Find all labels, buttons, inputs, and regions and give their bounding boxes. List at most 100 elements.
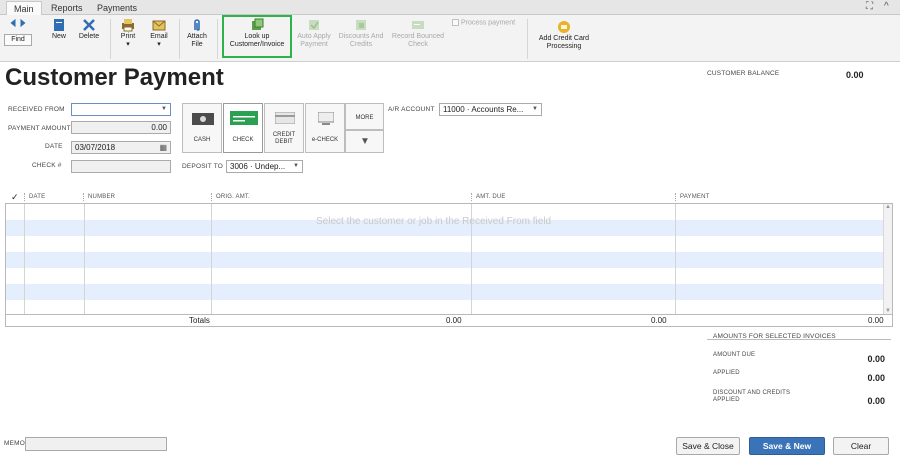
page-title: Customer Payment <box>5 64 224 91</box>
record-bounced-check-button[interactable]: Record Bounced Check <box>390 18 446 49</box>
column-header-amt-due[interactable]: AMT. DUE <box>476 194 506 200</box>
more-payment-methods-button[interactable]: MORE <box>345 103 384 130</box>
ar-account-label: A/R ACCOUNT <box>388 106 435 113</box>
attach-file-button[interactable]: Attach File <box>183 18 211 49</box>
more-dropdown-arrow[interactable]: ▼ <box>345 130 384 153</box>
clear-button[interactable]: Clear <box>833 437 889 455</box>
print-button[interactable]: Print ▾ <box>115 18 141 49</box>
amounts-divider <box>707 339 891 340</box>
payment-amount-input[interactable]: 0.00 <box>71 121 171 134</box>
customer-balance-value: 0.00 <box>846 70 864 80</box>
collapse-icon[interactable]: ^ <box>884 1 889 12</box>
process-payment-checkbox[interactable]: Process payment <box>452 19 522 27</box>
column-divider <box>471 193 472 201</box>
toolbar-divider <box>527 19 528 59</box>
discount-icon <box>356 20 366 30</box>
column-header-date[interactable]: DATE <box>29 194 45 200</box>
column-header-checkmark[interactable]: ✓ <box>11 192 19 203</box>
new-label: New <box>51 33 66 40</box>
bounced-check-icon <box>412 21 424 29</box>
printer-icon <box>122 19 134 32</box>
toolbar-divider <box>110 19 111 59</box>
delete-button[interactable]: Delete <box>76 18 102 41</box>
auto-apply-payment-button[interactable]: Auto Apply Payment <box>296 18 332 49</box>
find-button[interactable]: Find <box>4 34 32 46</box>
tab-payments[interactable]: Payments <box>90 1 144 15</box>
deposit-to-value: 3006 · Undep... <box>230 162 286 171</box>
column-header-orig-amt[interactable]: ORIG. AMT. <box>216 194 250 200</box>
check-number-input[interactable] <box>71 160 171 173</box>
echeck-label: e-CHECK <box>311 137 339 143</box>
tab-main[interactable]: Main <box>6 1 42 15</box>
tab-strip: Main Reports Payments ⛶ ^ <box>0 0 900 15</box>
column-divider <box>24 193 25 201</box>
amount-due-value: 0.00 <box>867 354 885 364</box>
toolbar-divider <box>217 19 218 59</box>
invoice-grid[interactable]: Select the customer or job in the Receiv… <box>5 203 893 315</box>
scroll-up-icon[interactable]: ▲ <box>885 204 891 210</box>
payment-method-check[interactable]: CHECK <box>223 103 263 153</box>
customer-balance-label: CUSTOMER BALANCE <box>707 70 780 77</box>
scroll-down-icon[interactable]: ▼ <box>885 308 891 314</box>
total-amt-due: 0.00 <box>651 316 667 325</box>
calendar-icon[interactable]: ▦ <box>159 142 167 153</box>
column-line <box>24 204 25 314</box>
checkbox-icon <box>452 19 459 26</box>
credit-card-icon <box>558 21 570 33</box>
payment-method-credit-debit[interactable]: CREDIT DEBIT <box>264 103 304 153</box>
discount-credits-label: DISCOUNT AND CREDITS APPLIED <box>713 390 791 403</box>
deposit-to-label: DEPOSIT TO <box>182 163 224 170</box>
prev-next-arrows[interactable] <box>6 18 30 29</box>
payment-method-echeck[interactable]: e-CHECK <box>305 103 345 153</box>
expand-icon[interactable]: ⛶ <box>866 1 873 12</box>
memo-input[interactable] <box>25 437 167 451</box>
envelope-icon <box>152 20 166 31</box>
add-cc-label: Add Credit Card Processing <box>538 35 590 50</box>
toolbar: Find New Delete Print ▾ Email ▾ Attach Fil… <box>0 15 900 62</box>
credit-debit-label: CREDIT DEBIT <box>272 132 296 145</box>
received-from-dropdown[interactable]: ▼ <box>71 103 171 116</box>
customer-payment-window: Main Reports Payments ⛶ ^ Find New Delet… <box>0 0 900 455</box>
cash-icon <box>192 113 214 125</box>
discounts-credits-button[interactable]: Discounts And Credits <box>336 18 386 49</box>
email-button[interactable]: Email ▾ <box>145 18 173 49</box>
chevron-down-icon: ▾ <box>157 41 161 48</box>
cash-label: CASH <box>193 137 211 143</box>
chevron-down-icon: ▼ <box>532 106 538 112</box>
print-label: Print <box>120 33 136 40</box>
toolbar-divider <box>179 19 180 59</box>
auto-apply-label: Auto Apply Payment <box>297 33 331 48</box>
payment-amount-label: PAYMENT AMOUNT <box>8 125 71 132</box>
check-icon <box>230 111 258 125</box>
add-credit-card-processing-button[interactable]: Add Credit Card Processing <box>533 20 595 51</box>
totals-label: Totals <box>189 316 210 325</box>
amount-due-label: AMOUNT DUE <box>713 352 756 358</box>
column-divider <box>211 193 212 201</box>
date-input[interactable]: 03/07/2018 ▦ <box>71 141 171 154</box>
chevron-down-icon: ▼ <box>293 163 299 169</box>
table-row <box>6 284 884 300</box>
vertical-scrollbar[interactable]: ▲ ▼ <box>883 204 892 314</box>
payment-method-cash[interactable]: CASH <box>182 103 222 153</box>
date-value: 03/07/2018 <box>75 143 116 152</box>
applied-value: 0.00 <box>867 373 885 383</box>
amounts-summary: AMOUNTS FOR SELECTED INVOICES AMOUNT DUE… <box>707 330 891 420</box>
auto-apply-icon <box>309 20 319 30</box>
new-button[interactable]: New <box>46 18 72 41</box>
column-header-number[interactable]: NUMBER <box>88 194 115 200</box>
column-divider <box>675 193 676 201</box>
ar-account-dropdown[interactable]: 11000 · Accounts Re... ▼ <box>439 103 542 116</box>
triangle-down-icon: ▼ <box>360 136 370 147</box>
credit-card-icon <box>275 112 295 124</box>
tab-reports[interactable]: Reports <box>44 1 90 15</box>
deposit-to-dropdown[interactable]: 3006 · Undep... ▼ <box>226 160 303 173</box>
lookup-customer-invoice-button[interactable]: Look up Customer/Invoice <box>224 18 290 49</box>
delete-x-icon <box>83 19 95 31</box>
column-header-payment[interactable]: PAYMENT <box>680 194 710 200</box>
date-label: DATE <box>45 143 63 150</box>
save-close-button[interactable]: Save & Close <box>676 437 740 455</box>
table-row <box>6 252 884 268</box>
new-document-icon <box>54 19 64 31</box>
save-new-button[interactable]: Save & New <box>749 437 825 455</box>
ar-account-value: 11000 · Accounts Re... <box>443 105 524 114</box>
